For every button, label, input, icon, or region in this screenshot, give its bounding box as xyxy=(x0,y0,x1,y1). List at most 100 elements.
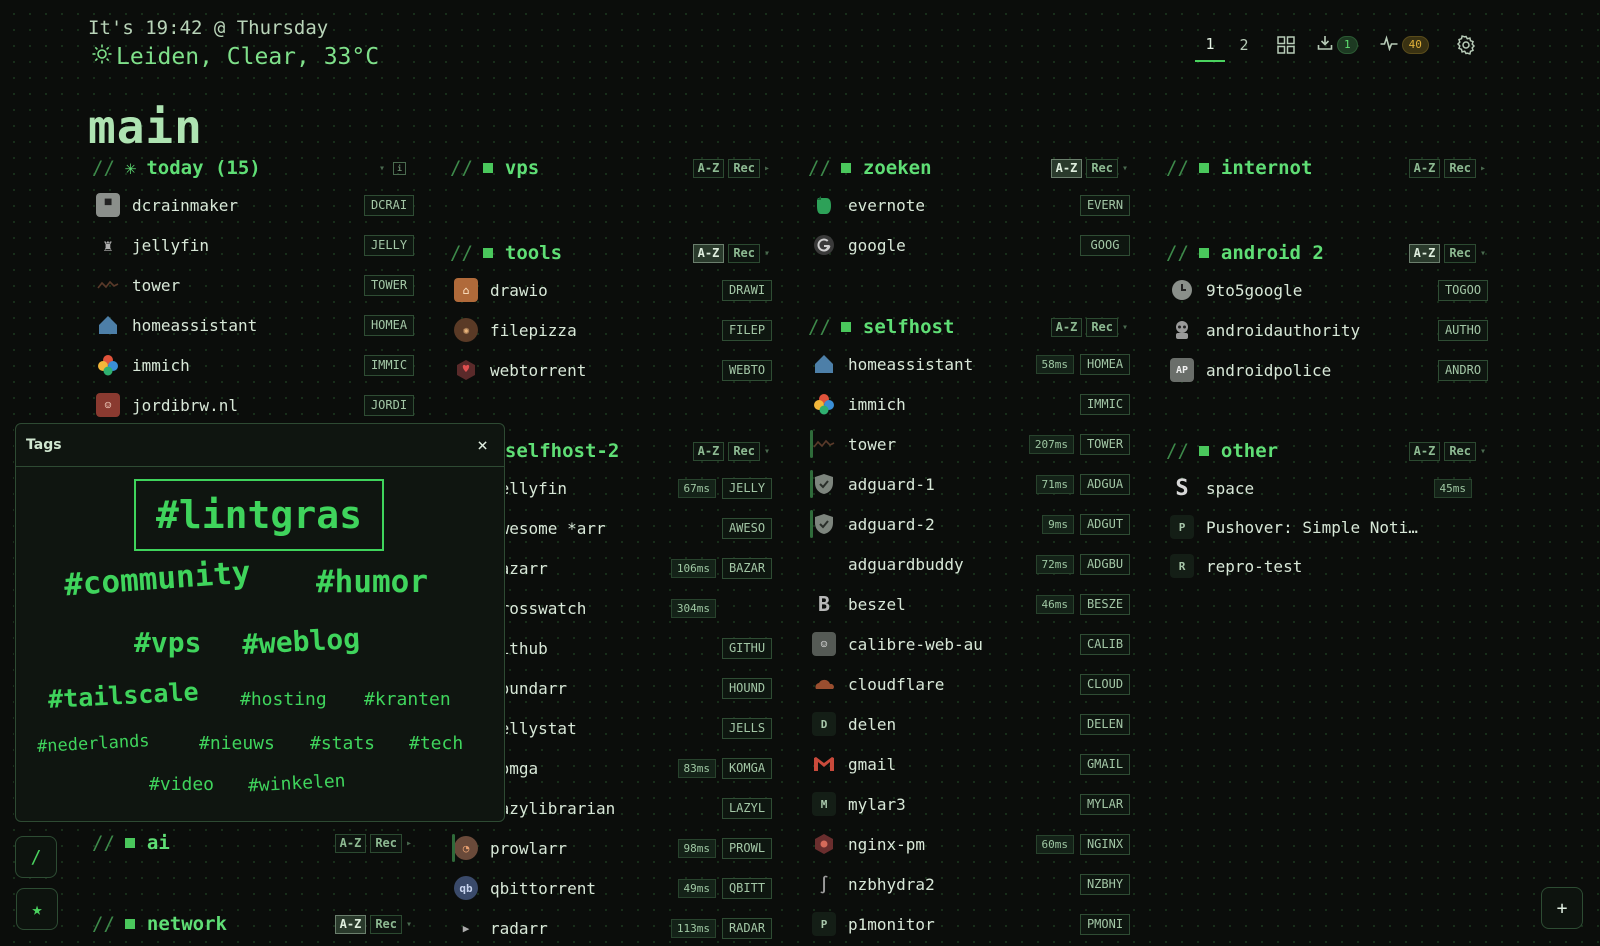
list-item[interactable]: P Pushover: Simple Noti… xyxy=(1170,509,1488,545)
sort-az-button[interactable]: A-Z xyxy=(692,243,725,263)
list-item[interactable]: adguard-1 71ms ADGUA xyxy=(810,466,1130,502)
list-item[interactable]: immich IMMIC xyxy=(812,386,1130,422)
chevron-right-icon[interactable]: ▸ xyxy=(1480,163,1488,174)
tag-vps[interactable]: #vps xyxy=(134,626,201,659)
tag-tech[interactable]: #tech xyxy=(409,733,463,754)
sort-recent-button[interactable]: Rec xyxy=(728,243,760,263)
activity-button[interactable]: 40 xyxy=(1380,28,1429,62)
item-name: delen xyxy=(848,714,897,734)
chevron-down-icon[interactable]: ▾ xyxy=(1480,248,1488,259)
tag-nieuws[interactable]: #nieuws xyxy=(199,733,275,754)
chevron-right-icon[interactable]: ▸ xyxy=(764,163,772,174)
item-name: jellystat xyxy=(490,718,577,738)
close-icon[interactable]: × xyxy=(477,435,488,456)
chevron-down-icon[interactable]: ▾ xyxy=(1122,163,1130,174)
chevron-right-icon[interactable]: ▸ xyxy=(406,838,414,849)
list-item[interactable]: qb qbittorrent 49ms QBITT xyxy=(454,870,772,906)
list-item[interactable]: Rrepro-test xyxy=(1170,548,1488,584)
sort-recent-button[interactable]: Rec xyxy=(1444,441,1476,461)
list-item[interactable]: Sspace 45ms xyxy=(1170,470,1488,506)
list-item[interactable]: 9to5google TOGOO xyxy=(1170,272,1488,308)
chevron-down-icon[interactable]: ▾ xyxy=(379,163,387,174)
sort-recent-button[interactable]: Rec xyxy=(370,914,402,934)
list-item[interactable]: gmail GMAIL xyxy=(812,746,1130,782)
sort-recent-button[interactable]: Rec xyxy=(1086,158,1118,178)
list-item[interactable]: adguardbuddy 72ms ADGBU xyxy=(812,546,1130,582)
sort-recent-button[interactable]: Rec xyxy=(1086,317,1118,337)
item-name: jordibrw.nl xyxy=(132,395,238,415)
asterisk-icon: ✳ xyxy=(124,157,137,179)
list-item[interactable]: Mmylar3 MYLAR xyxy=(812,786,1130,822)
list-item[interactable]: ☺ calibre-web-au CALIB xyxy=(812,626,1130,662)
list-item[interactable]: homeassistant 58ms HOMEA xyxy=(812,346,1130,382)
list-item[interactable]: homeassistant HOMEA xyxy=(96,307,414,343)
sort-az-button[interactable]: A-Z xyxy=(1050,158,1083,178)
sort-az-button[interactable]: A-Z xyxy=(1408,158,1441,178)
list-item[interactable]: webtorrent WEBTO xyxy=(454,352,772,388)
list-item[interactable]: nginx-pm 60ms NGINX xyxy=(812,826,1130,862)
list-item[interactable]: ▶ radarr 113ms RADAR xyxy=(454,910,772,946)
sort-az-button[interactable]: A-Z xyxy=(1408,441,1441,461)
add-button[interactable]: + xyxy=(1541,887,1583,929)
tag-humor[interactable]: #humor xyxy=(316,564,428,600)
tag-community[interactable]: #community xyxy=(63,555,252,604)
star-icon[interactable]: ★ xyxy=(16,888,58,930)
item-name: adguardbuddy xyxy=(848,554,964,574)
tag-hosting[interactable]: #hosting xyxy=(240,689,327,710)
list-item[interactable]: ∫ nzbhydra2 NZBHY xyxy=(812,866,1130,902)
tag-weblog[interactable]: #weblog xyxy=(241,622,361,661)
tag-tailscale[interactable]: #tailscale xyxy=(47,677,199,714)
info-icon[interactable]: i xyxy=(393,161,406,175)
sort-az-button[interactable]: A-Z xyxy=(692,441,725,461)
sort-az-button[interactable]: A-Z xyxy=(692,158,725,178)
list-item[interactable]: androidauthority AUTHO xyxy=(1170,312,1488,348)
downloads-button[interactable]: 1 xyxy=(1317,28,1358,62)
list-item[interactable]: evernote EVERN xyxy=(812,187,1130,223)
list-item[interactable]: Bbeszel 46ms BESZE xyxy=(812,586,1130,622)
chevron-down-icon[interactable]: ▾ xyxy=(1480,446,1488,457)
sort-recent-button[interactable]: Rec xyxy=(1444,243,1476,263)
chevron-down-icon[interactable]: ▾ xyxy=(406,919,414,930)
workspace-1-tab[interactable]: 1 xyxy=(1195,28,1225,62)
list-item[interactable]: ▀ dcrainmaker DCRAI xyxy=(96,187,414,223)
list-item[interactable]: ⌂ drawio DRAWI xyxy=(454,272,772,308)
list-item[interactable]: ♜ jellyfin JELLY xyxy=(96,227,414,263)
page-title: main xyxy=(88,100,203,154)
list-item[interactable]: Pp1monitor PMONI xyxy=(812,906,1130,942)
list-item[interactable]: AP androidpolice ANDRO xyxy=(1170,352,1488,388)
workspace-2-tab[interactable]: 2 xyxy=(1229,28,1259,62)
list-item[interactable]: adguard-2 9ms ADGUT xyxy=(810,506,1130,542)
list-item[interactable]: ✺ filepizza FILEP xyxy=(454,312,772,348)
chevron-down-icon[interactable]: ▾ xyxy=(764,248,772,259)
sort-az-button[interactable]: A-Z xyxy=(334,914,367,934)
search-slash-button[interactable]: / xyxy=(15,836,57,878)
chevron-down-icon[interactable]: ▾ xyxy=(1122,322,1130,333)
list-item[interactable]: Ddelen DELEN xyxy=(812,706,1130,742)
tag-winkelen[interactable]: #winkelen xyxy=(248,770,347,796)
tag-nederlands[interactable]: #nederlands xyxy=(37,731,150,757)
sort-az-button[interactable]: A-Z xyxy=(1408,243,1441,263)
tag-stats[interactable]: #stats xyxy=(310,733,375,754)
sort-az-button[interactable]: A-Z xyxy=(334,833,367,853)
sort-recent-button[interactable]: Rec xyxy=(728,441,760,461)
sort-recent-button[interactable]: Rec xyxy=(728,158,760,178)
list-item[interactable]: ☺ jordibrw.nl JORDI xyxy=(96,387,414,423)
list-item[interactable]: cloudflare CLOUD xyxy=(812,666,1130,702)
tag-video[interactable]: #video xyxy=(149,774,214,795)
sort-az-button[interactable]: A-Z xyxy=(1050,317,1083,337)
list-item[interactable]: tower TOWER xyxy=(96,267,414,303)
list-item[interactable]: immich IMMIC xyxy=(96,347,414,383)
list-item[interactable]: google GOOG xyxy=(812,227,1130,263)
download-icon xyxy=(1317,35,1333,55)
sort-recent-button[interactable]: Rec xyxy=(1444,158,1476,178)
weather-label: Leiden, Clear, 33°C xyxy=(116,44,380,70)
list-item[interactable]: tower 207ms TOWER xyxy=(810,426,1130,462)
chevron-down-icon[interactable]: ▾ xyxy=(764,446,772,457)
sort-recent-button[interactable]: Rec xyxy=(370,833,402,853)
section-header: // other A-Z Rec ▾ xyxy=(1166,440,1488,462)
tag-kranten[interactable]: #kranten xyxy=(364,689,451,710)
grid-icon[interactable] xyxy=(1269,28,1303,62)
tag-lintgras[interactable]: #lintgras xyxy=(134,479,384,551)
settings-icon[interactable] xyxy=(1449,28,1483,62)
list-item[interactable]: ◔ prowlarr 98ms PROWL xyxy=(452,830,772,866)
